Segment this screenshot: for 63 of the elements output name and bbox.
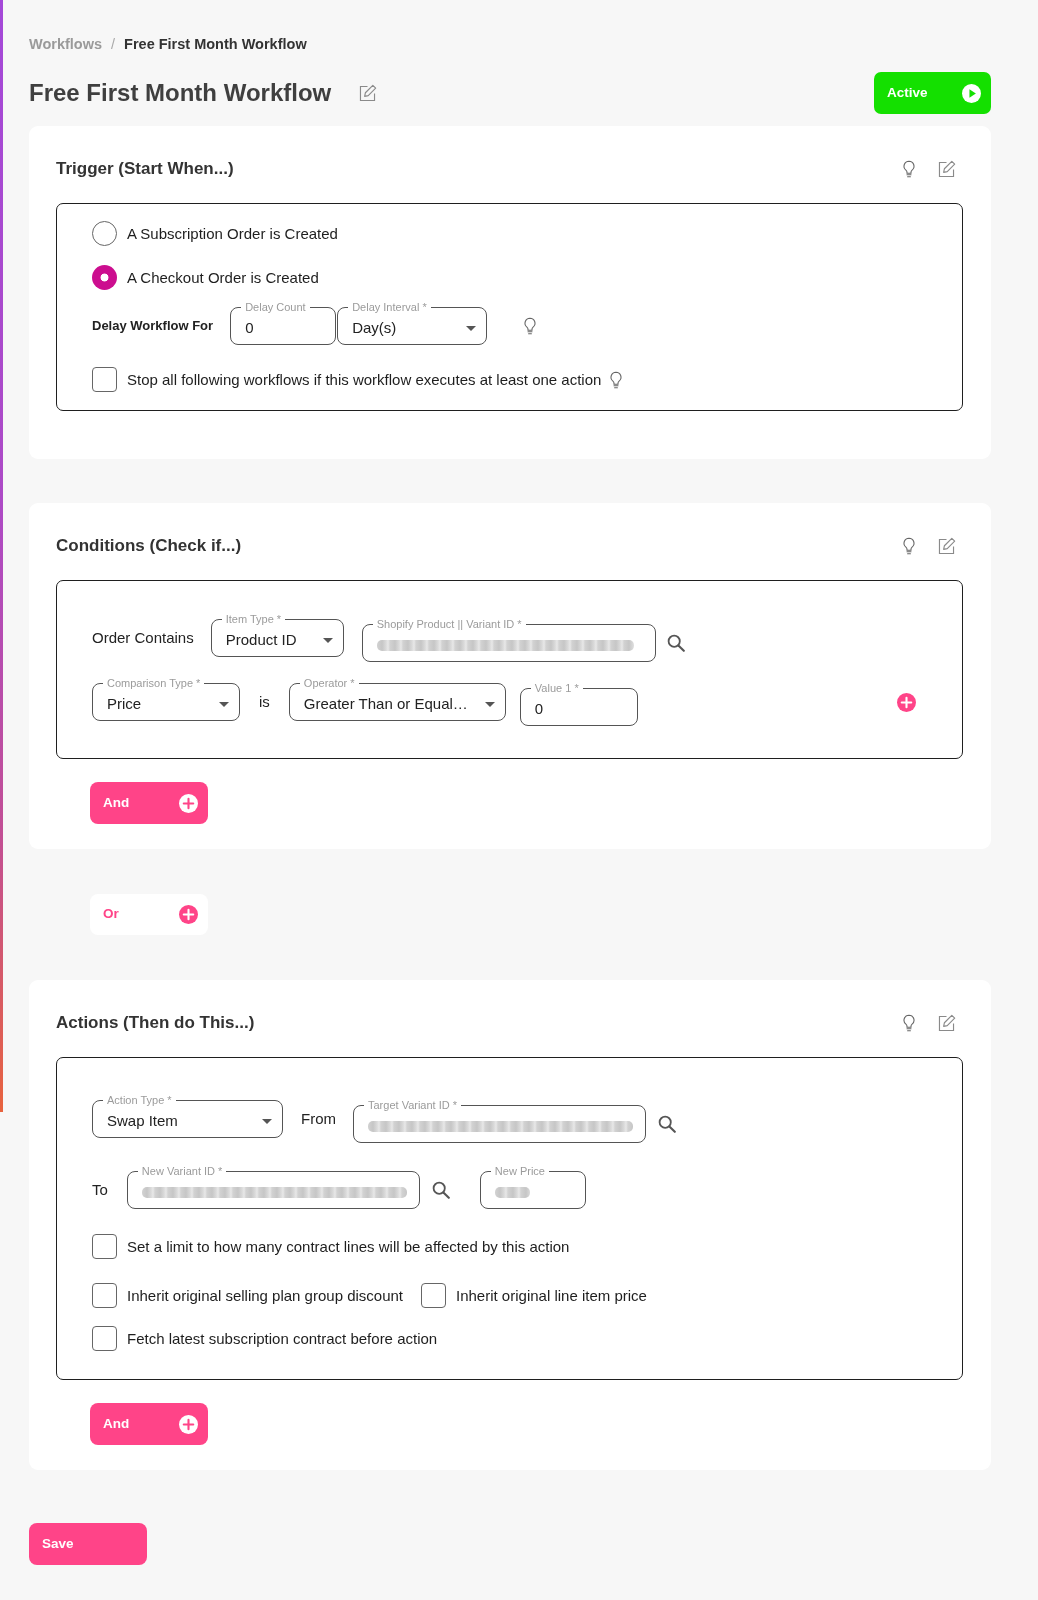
- input-field[interactable]: Target Variant ID *: [353, 1099, 646, 1143]
- checkbox-label: Inherit original line item price: [456, 1285, 647, 1306]
- breadcrumb-current: Free First Month Workflow: [124, 35, 307, 54]
- section-title: Actions (Then do This...): [56, 1012, 255, 1034]
- dropdown[interactable]: Item Type * Product ID: [210, 613, 344, 657]
- breadcrumb-link[interactable]: Workflows: [29, 34, 103, 54]
- lightbulb-icon: [523, 317, 538, 335]
- edit-icon[interactable]: [937, 159, 956, 179]
- row-label: From: [301, 1109, 336, 1129]
- dropdown[interactable]: Comparison Type * Price: [92, 677, 240, 721]
- search-icon[interactable]: [666, 634, 685, 652]
- checkbox[interactable]: [92, 1283, 117, 1308]
- breadcrumb-separator: /: [111, 35, 116, 54]
- caret-icon: [219, 702, 229, 707]
- edit-icon[interactable]: [937, 536, 956, 556]
- dropdown[interactable]: Action Type * Swap Item: [92, 1094, 283, 1138]
- checkbox[interactable]: [421, 1283, 446, 1308]
- checkbox[interactable]: [92, 367, 117, 392]
- caret-icon: [466, 326, 477, 331]
- caret-icon: [322, 638, 333, 643]
- checkbox-label: Set a limit to how many contract lines will be affected by this action: [127, 1236, 570, 1257]
- checkbox-label: Stop all following workflows if this workflow executes at least one action: [127, 369, 602, 390]
- row-label: Order Contains: [92, 628, 194, 648]
- dropdown[interactable]: Operator * Greater Than or Equal…: [288, 677, 506, 721]
- option-label: A Subscription Order is Created: [127, 223, 338, 244]
- status-button[interactable]: Active: [874, 72, 991, 114]
- radio-button[interactable]: [92, 221, 117, 246]
- row-label: To: [92, 1180, 108, 1200]
- section-title: Conditions (Check if...): [56, 535, 242, 557]
- and-button[interactable]: And: [90, 1403, 208, 1445]
- plus-icon: [179, 1414, 198, 1434]
- input-field[interactable]: Value 1 * 0: [519, 682, 638, 726]
- add-icon[interactable]: [897, 693, 916, 712]
- field-label: Delay Workflow For: [92, 317, 214, 335]
- play-icon: [962, 83, 981, 103]
- search-icon[interactable]: [431, 1181, 450, 1199]
- dropdown[interactable]: Delay Interval * Day(s): [337, 301, 488, 345]
- input-field[interactable]: New Variant ID *: [126, 1165, 420, 1209]
- checkbox[interactable]: [92, 1326, 117, 1351]
- edit-icon[interactable]: [937, 1013, 956, 1033]
- checkbox-label: Fetch latest subscription contract before action: [127, 1328, 438, 1349]
- input-field[interactable]: New Price: [479, 1165, 586, 1209]
- input-field[interactable]: Shopify Product || Variant ID *: [361, 618, 656, 662]
- or-button[interactable]: Or: [90, 894, 208, 935]
- plus-icon: [179, 793, 198, 813]
- section-title: Trigger (Start When...): [56, 158, 234, 180]
- and-button[interactable]: And: [90, 782, 208, 824]
- plus-icon: [179, 905, 198, 924]
- radio-button[interactable]: [92, 265, 117, 290]
- input-field[interactable]: Delay Count 0: [230, 301, 337, 345]
- lightbulb-icon: [902, 537, 916, 555]
- lightbulb-icon: [902, 160, 916, 178]
- save-button[interactable]: Save: [29, 1523, 147, 1565]
- checkbox-label: Inherit original selling plan group discount: [127, 1285, 403, 1306]
- search-icon[interactable]: [658, 1115, 676, 1133]
- page-title: Free First Month Workflow: [29, 78, 332, 108]
- checkbox[interactable]: [92, 1234, 117, 1259]
- lightbulb-icon: [902, 1014, 916, 1032]
- caret-icon: [262, 1119, 272, 1124]
- option-label: A Checkout Order is Created: [127, 267, 319, 288]
- row-label: is: [259, 692, 270, 712]
- edit-icon[interactable]: [358, 83, 378, 103]
- caret-icon: [484, 702, 495, 707]
